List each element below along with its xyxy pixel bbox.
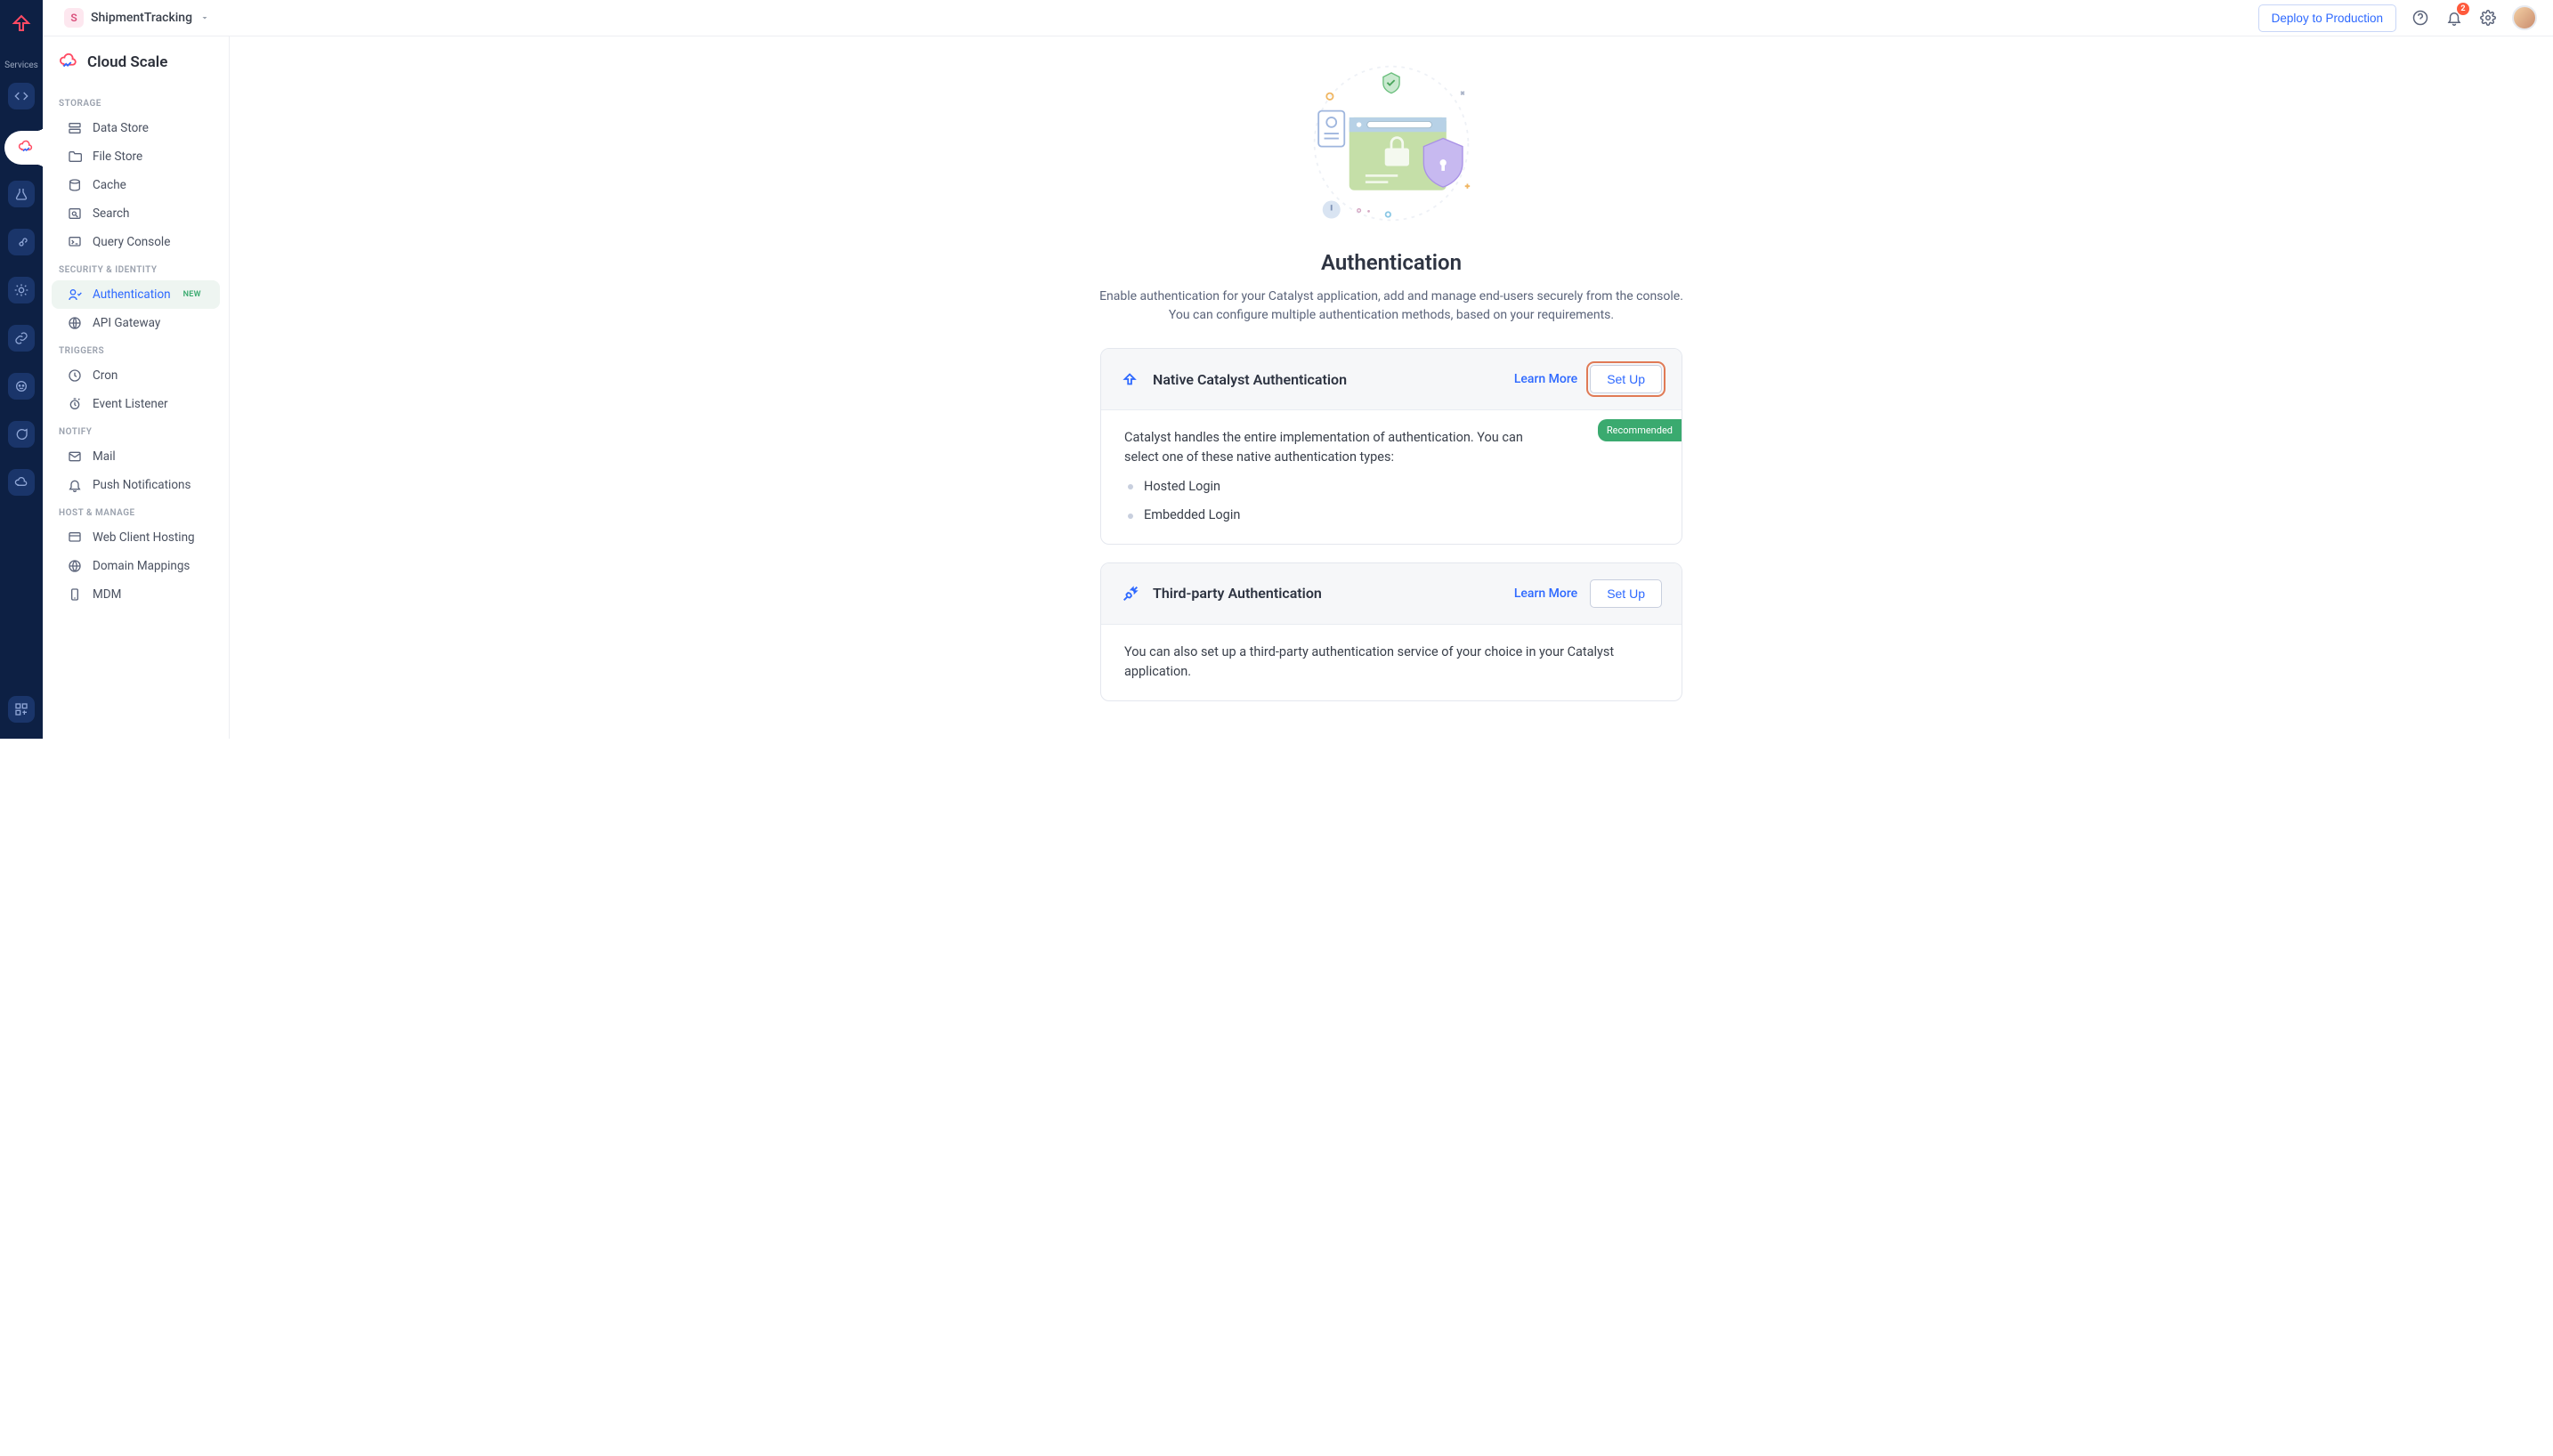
group-triggers-label: TRIGGERS [43,337,229,361]
rail-item-bot[interactable] [8,373,35,400]
sidebar-item-eventlistener[interactable]: Event Listener [52,390,220,418]
page-subtext: Enable authentication for your Catalyst … [1098,287,1685,325]
sidebar-item-cache[interactable]: Cache [52,171,220,199]
rail-apps-icon[interactable] [8,696,35,723]
sidebar-item-label: Cron [93,368,118,383]
sidebar-item-datastore[interactable]: Data Store [52,114,220,142]
sidebar-item-label: Query Console [93,235,170,249]
bullet-embedded: Embedded Login [1124,506,1658,525]
card-thirdparty-title: Third-party Authentication [1153,585,1514,602]
sidebar-item-cron[interactable]: Cron [52,361,220,390]
setup-native-button[interactable]: Set Up [1590,365,1662,393]
settings-icon[interactable] [2478,8,2498,28]
rail-item-link[interactable] [8,325,35,352]
user-avatar[interactable] [2512,5,2537,30]
sidebar-item-search[interactable]: Search [52,199,220,228]
group-storage-label: STORAGE [43,90,229,114]
sidebar-item-webclient[interactable]: Web Client Hosting [52,523,220,552]
rail-item-chat[interactable] [8,421,35,448]
services-label: Services [4,61,38,70]
sidebar-item-label: Search [93,206,129,221]
sidebar-item-label: MDM [93,587,121,602]
rail-item-infinity[interactable] [8,229,35,255]
new-badge: NEW [182,290,203,299]
chevron-down-icon [199,12,210,23]
deploy-button[interactable]: Deploy to Production [2258,4,2396,32]
sidebar-item-label: Mail [93,449,116,464]
topbar: S ShipmentTracking Deploy to Production … [43,0,2553,36]
sidebar-item-label: Push Notifications [93,478,190,492]
sidebar-item-label: Authentication [93,287,171,302]
native-auth-icon [1121,369,1140,389]
sidebar-item-filestore[interactable]: File Store [52,142,220,171]
learn-more-native[interactable]: Learn More [1514,372,1577,386]
recommended-badge: Recommended [1598,419,1682,441]
setup-thirdparty-button[interactable]: Set Up [1590,579,1662,608]
project-initial: S [64,8,84,28]
help-icon[interactable] [2411,8,2430,28]
bullet-text: Embedded Login [1144,506,1240,525]
services-rail: Services [0,0,43,739]
sidebar-item-pushnotif[interactable]: Push Notifications [52,471,220,499]
main-content: Authentication Enable authentication for… [230,36,2553,1456]
bullet-hosted: Hosted Login [1124,477,1658,497]
sidebar-item-mdm[interactable]: MDM [52,580,220,609]
sidebar-title: Cloud Scale [43,53,229,90]
sidebar-item-apigateway[interactable]: API Gateway [52,309,220,337]
thirdparty-auth-icon [1121,584,1140,603]
notifications-icon[interactable]: 2 [2444,8,2464,28]
rail-item-code[interactable] [8,83,35,109]
bullet-text: Hosted Login [1144,477,1220,497]
sidebar-item-label: Data Store [93,121,149,135]
page-heading: Authentication [1321,250,1462,275]
card-thirdparty-desc: You can also set up a third-party authen… [1124,643,1658,683]
group-security-label: SECURITY & IDENTITY [43,256,229,280]
card-thirdparty-auth: Third-party Authentication Learn More Se… [1100,562,1682,701]
sidebar-item-queryconsole[interactable]: Query Console [52,228,220,256]
group-host-label: HOST & MANAGE [43,499,229,523]
sidebar-item-label: Cache [93,178,126,192]
rail-item-lab[interactable] [8,181,35,207]
sidebar-item-label: Domain Mappings [93,559,190,573]
brand-logo-icon [11,12,32,34]
card-native-title: Native Catalyst Authentication [1153,371,1514,388]
auth-hero-illustration [1302,54,1480,232]
notification-count: 2 [2457,3,2469,15]
sidebar-item-authentication[interactable]: Authentication NEW [52,280,220,309]
group-notify-label: NOTIFY [43,418,229,442]
rail-item-ai[interactable] [8,277,35,303]
sidebar-item-label: File Store [93,150,142,164]
sidebar: Cloud Scale STORAGE Data Store File Stor… [43,36,230,739]
project-switcher[interactable]: S ShipmentTracking [59,4,215,31]
card-native-desc: Catalyst handles the entire implementati… [1124,428,1525,468]
sidebar-title-text: Cloud Scale [87,53,167,71]
learn-more-thirdparty[interactable]: Learn More [1514,586,1577,601]
rail-item-cloud[interactable] [8,469,35,496]
sidebar-item-label: Web Client Hosting [93,530,195,545]
cloudscale-icon [59,53,78,72]
sidebar-item-mail[interactable]: Mail [52,442,220,471]
rail-item-cloudscale-active[interactable] [4,131,47,165]
project-name: ShipmentTracking [91,11,192,25]
sidebar-item-domain[interactable]: Domain Mappings [52,552,220,580]
sidebar-item-label: Event Listener [93,397,168,411]
sidebar-item-label: API Gateway [93,316,160,330]
card-native-auth: Native Catalyst Authentication Learn Mor… [1100,348,1682,545]
